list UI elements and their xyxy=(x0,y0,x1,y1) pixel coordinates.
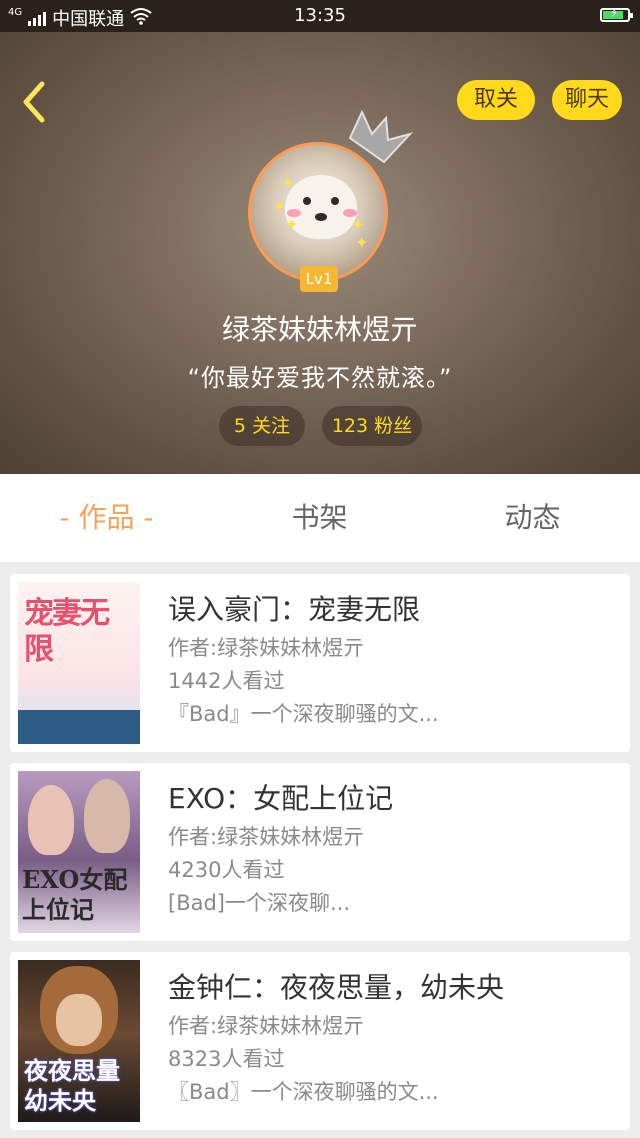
cover-title: 宠妻无限 xyxy=(24,596,110,667)
followers-count-button[interactable]: 123 粉丝 xyxy=(322,406,422,446)
work-views: 8323人看过 xyxy=(168,1047,285,1071)
work-author: 作者:绿茶妹妹林煜亓 xyxy=(168,636,365,660)
work-title[interactable]: 金钟仁：夜夜思量，幼未央 xyxy=(168,966,620,1010)
work-author: 作者:绿茶妹妹林煜亓 xyxy=(168,825,365,849)
book-cover[interactable]: 宠妻无限 xyxy=(18,582,140,744)
work-views: 1442人看过 xyxy=(168,669,285,693)
nickname: 绿茶妹妹林煜亓 xyxy=(221,313,418,346)
battery-icon: ⚡ xyxy=(600,6,633,22)
avatar-group[interactable]: ✦ ✦ ✦ ✦ ✦ Lv1 xyxy=(248,110,414,292)
signature-text: “你最好爱我不然就滚。” xyxy=(187,364,453,392)
work-card[interactable]: 宠妻无限 误入豪门：宠妻无限 作者:绿茶妹妹林煜亓 1442人看过 『Bad』一… xyxy=(10,574,630,752)
clock: 13:35 xyxy=(294,5,346,26)
status-bar: 4G 中国联通 13:35 ⚡ xyxy=(0,0,640,32)
chat-button[interactable]: 聊天 xyxy=(552,80,622,120)
crown-icon xyxy=(348,110,414,164)
work-summary: 〖Bad〗一个深夜聊骚的文... xyxy=(168,1080,439,1104)
unfollow-button[interactable]: 取关 xyxy=(457,80,535,120)
work-summary: 『Bad』一个深夜聊骚的文... xyxy=(168,702,439,726)
chevron-left-icon xyxy=(23,81,45,123)
following-count-button[interactable]: 5 关注 xyxy=(219,406,305,446)
work-title[interactable]: 误入豪门：宠妻无限 xyxy=(168,588,620,632)
work-views: 4230人看过 xyxy=(168,858,285,882)
profile-tabs: - 作品 - 书架 动态 xyxy=(0,474,640,562)
work-summary: [Bad]一个深夜聊... xyxy=(168,891,351,915)
back-button[interactable] xyxy=(16,80,52,124)
work-card[interactable]: 夜夜思量幼未央 金钟仁：夜夜思量，幼未央 作者:绿茶妹妹林煜亓 8323人看过 … xyxy=(10,952,630,1130)
book-cover[interactable]: EXO女配上位记 xyxy=(18,771,140,933)
book-cover[interactable]: 夜夜思量幼未央 xyxy=(18,960,140,1122)
level-badge: Lv1 xyxy=(300,266,338,292)
tab-activity[interactable]: 动态 xyxy=(426,474,639,562)
work-card[interactable]: EXO女配上位记 EXO：女配上位记 作者:绿茶妹妹林煜亓 4230人看过 [B… xyxy=(10,763,630,941)
work-author: 作者:绿茶妹妹林煜亓 xyxy=(168,1014,365,1038)
tab-bookshelf[interactable]: 书架 xyxy=(213,474,426,562)
cover-title: EXO女配上位记 xyxy=(22,865,128,924)
profile-header: 取关 聊天 ✦ ✦ ✦ ✦ ✦ Lv1 绿茶妹妹林煜亓 “你最好爱我不然就滚。”… xyxy=(0,32,640,474)
work-title[interactable]: EXO：女配上位记 xyxy=(168,777,620,821)
cover-title: 夜夜思量幼未央 xyxy=(24,1056,120,1115)
tab-works[interactable]: - 作品 - xyxy=(0,474,213,562)
